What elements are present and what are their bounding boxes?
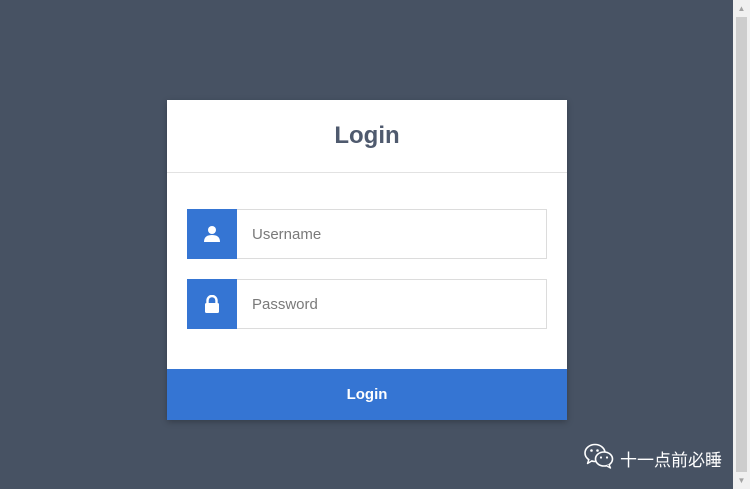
login-card-header: Login (167, 100, 567, 173)
login-button[interactable]: Login (167, 369, 567, 420)
password-input[interactable] (237, 279, 547, 329)
watermark-text: 十一点前必睡 (620, 451, 722, 471)
lock-icon (187, 279, 237, 329)
scroll-up-icon[interactable]: ▲ (733, 0, 750, 17)
user-icon (187, 209, 237, 259)
username-group (187, 209, 547, 259)
username-input[interactable] (237, 209, 547, 259)
password-group (187, 279, 547, 329)
scroll-down-icon[interactable]: ▼ (733, 472, 750, 489)
login-card: Login Username Login (167, 100, 567, 420)
vertical-scrollbar[interactable]: ▲ ▼ (733, 0, 750, 489)
login-form (167, 173, 567, 329)
watermark: 十一点前必睡 (584, 443, 722, 474)
scrollbar-thumb[interactable] (736, 17, 747, 472)
wechat-icon (584, 443, 614, 474)
page-background: Login Username Login 十一点前必睡 (0, 0, 733, 489)
login-title: Login (334, 122, 400, 149)
